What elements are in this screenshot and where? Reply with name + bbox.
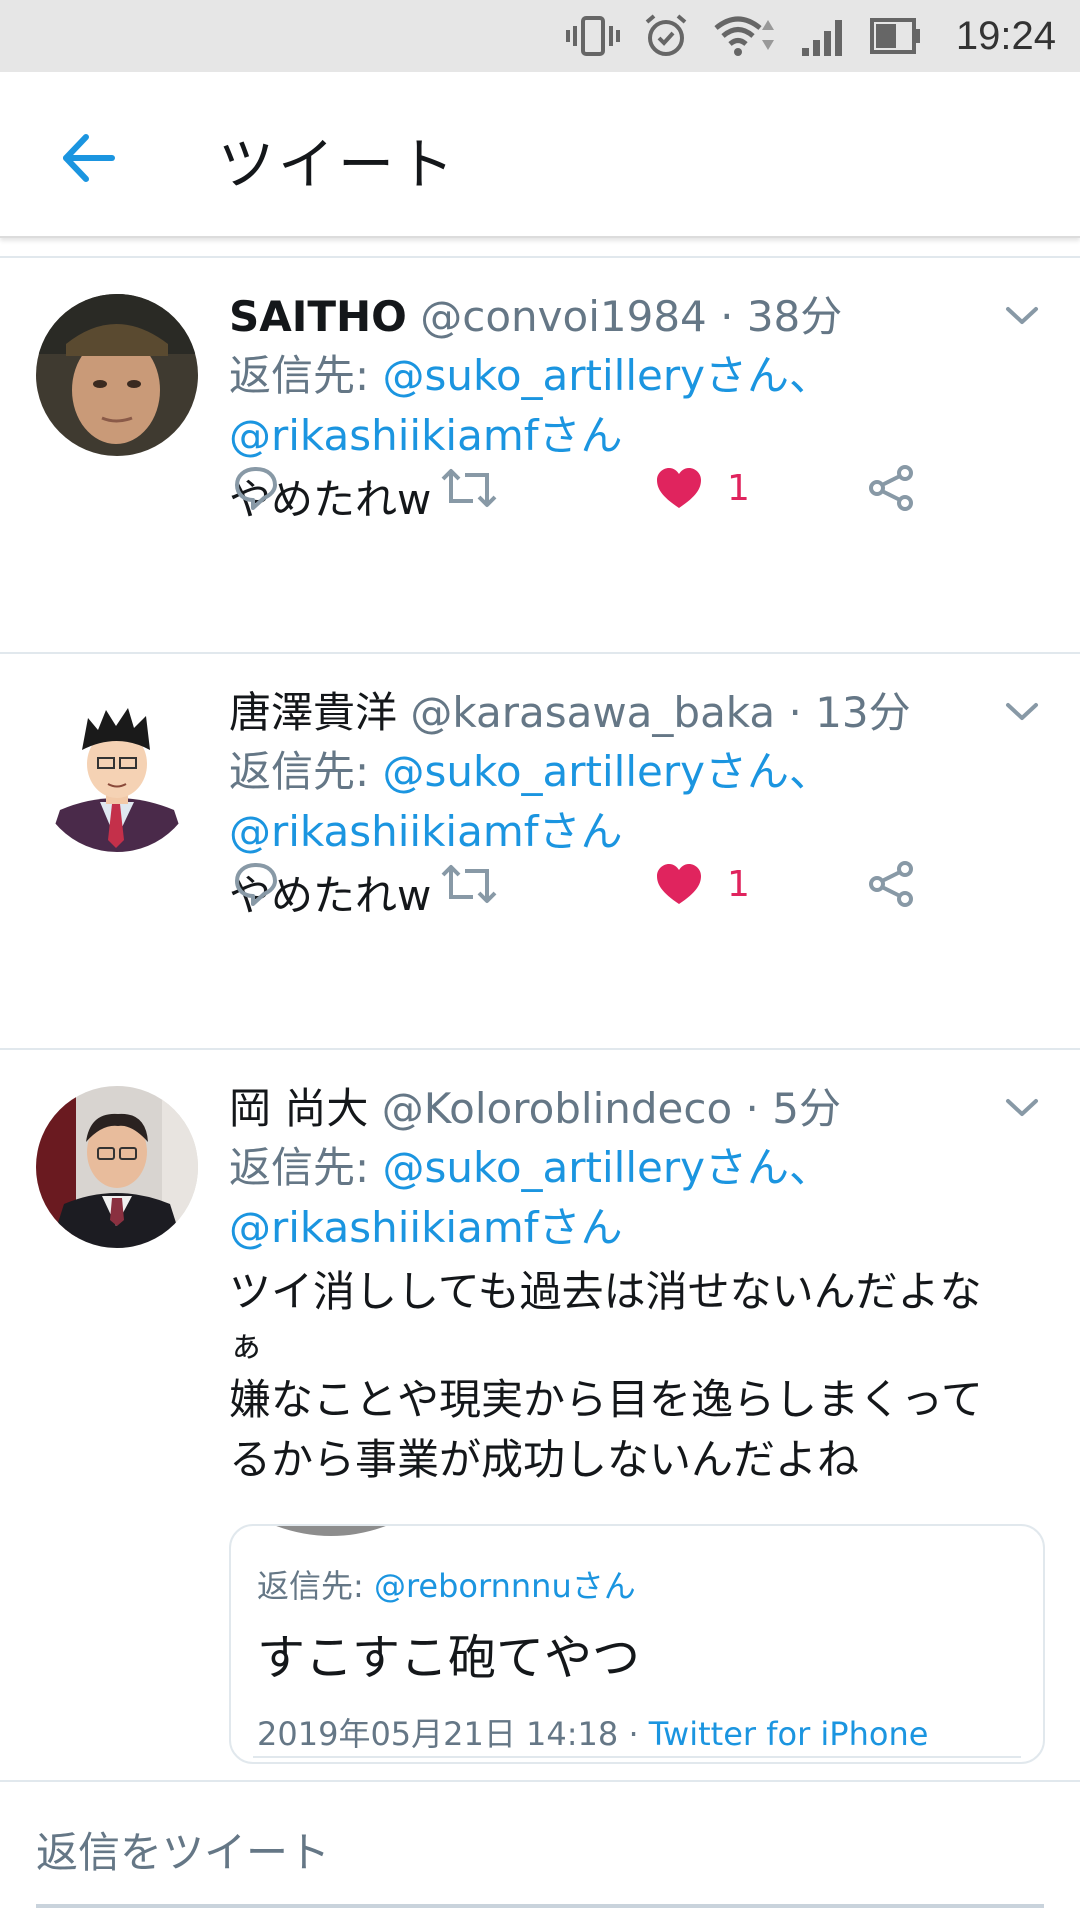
mention-link[interactable]: @rikashiikiamfさん: [229, 807, 623, 856]
reply-button[interactable]: [233, 854, 279, 914]
tweet-author-handle[interactable]: @karasawa_baka: [410, 688, 775, 737]
quoted-avatar-fragment: [276, 1526, 386, 1536]
tweet-text-line: ツイ消ししても過去は消せないんだよな: [229, 1267, 982, 1316]
reply-input[interactable]: [36, 1822, 1040, 1882]
like-count: 1: [727, 467, 750, 509]
quoted-tweet-card[interactable]: 返信先: @rebornnnuさん すこすこ砲てやつ 2019年05月21日 1…: [229, 1524, 1045, 1764]
tweet-author-handle[interactable]: @Koloroblindeco: [382, 1084, 732, 1133]
vibrate-icon: [565, 16, 620, 56]
quoted-tweet-text: すこすこ砲てやつ: [257, 1630, 641, 1686]
tweet-header: 唐澤貴洋 @karasawa_baka · 13分: [229, 684, 1040, 742]
retweet-icon: [441, 865, 497, 903]
avatar-image: [36, 294, 198, 456]
reply-to: 返信先: @suko_artilleryさん、 @rikashiikiamfさん: [229, 346, 1040, 466]
mention-link[interactable]: @rikashiikiamfさん: [229, 1203, 623, 1252]
page-title: ツイート: [218, 133, 458, 198]
share-icon: [869, 861, 913, 907]
mention-link[interactable]: @rikashiikiamfさん: [229, 411, 623, 460]
battery-icon: [869, 18, 920, 54]
share-icon: [869, 465, 913, 511]
reply-to-label: 返信先:: [229, 351, 383, 400]
reply-to: 返信先: @suko_artilleryさん、 @rikashiikiamfさん: [229, 1138, 1040, 1258]
like-button[interactable]: 1: [655, 458, 750, 518]
reply-input-underline: [36, 1904, 1044, 1908]
back-button[interactable]: [48, 118, 128, 198]
retweet-button[interactable]: [441, 854, 497, 914]
tweet-actions: 1: [229, 458, 949, 518]
tweet-timestamp: · 5分: [745, 1084, 841, 1133]
tweet-timestamp: · 13分: [788, 688, 911, 737]
tweet-header: SAITHO @convoi1984 · 38分: [229, 288, 1040, 346]
reply-button[interactable]: [233, 458, 279, 518]
quoted-reply-to: 返信先: @rebornnnuさん: [257, 1564, 1017, 1608]
quoted-tweet-source[interactable]: Twitter for iPhone: [649, 1715, 929, 1753]
tweet-author-name[interactable]: 唐澤貴洋: [229, 688, 397, 737]
tweet-author-name[interactable]: SAITHO: [229, 292, 407, 341]
avatar[interactable]: [36, 690, 198, 852]
tweet-body: 岡 尚大 @Koloroblindeco · 5分 返信先: @suko_art…: [229, 1080, 1040, 1490]
tweet-author-name[interactable]: 岡 尚大: [229, 1084, 368, 1133]
reply-to-label: 返信先:: [229, 747, 383, 796]
alarm-icon: [645, 14, 687, 56]
tweet-text: ツイ消ししても過去は消せないんだよな ぁ 嫌なことや現実から目を逸らしまくって …: [229, 1262, 1040, 1490]
retweet-icon: [441, 469, 497, 507]
mention-link[interactable]: @suko_artilleryさん、: [383, 351, 831, 400]
mention-link[interactable]: @suko_artilleryさん、: [383, 1143, 831, 1192]
mention-link[interactable]: @rebornnnuさん: [374, 1567, 636, 1605]
heart-icon: [657, 468, 701, 508]
heart-icon: [657, 864, 701, 904]
status-bar: 19:24: [0, 0, 1080, 72]
tweet-header: 岡 尚大 @Koloroblindeco · 5分: [229, 1080, 1040, 1138]
quoted-tweet-body: 返信先: @rebornnnuさん すこすこ砲てやつ 2019年05月21日 1…: [257, 1564, 1017, 1756]
tweet-text-line: るから事業が成功しないんだよね: [229, 1435, 860, 1484]
quoted-reply-label: 返信先:: [257, 1567, 374, 1605]
quoted-tweet-date: 2019年05月21日 14:18 ·: [257, 1715, 649, 1753]
avatar-image: [36, 1086, 198, 1248]
app-header: ツイート: [0, 72, 1080, 238]
tweet-actions: 1: [229, 854, 949, 914]
reply-bar: [0, 1780, 1080, 1920]
status-time: 19:24: [955, 13, 1056, 58]
reply-icon: [235, 467, 277, 510]
tweet[interactable]: 岡 尚大 @Koloroblindeco · 5分 返信先: @suko_art…: [0, 1050, 1080, 1780]
tweet-text-line: 嫌なことや現実から目を逸らしまくって: [229, 1375, 983, 1424]
retweet-button[interactable]: [441, 458, 497, 518]
mention-link[interactable]: @suko_artilleryさん、: [383, 747, 831, 796]
reply-icon: [235, 863, 277, 906]
share-button[interactable]: [867, 458, 915, 518]
tweet[interactable]: 唐澤貴洋 @karasawa_baka · 13分 返信先: @suko_art…: [0, 654, 1080, 1050]
avatar[interactable]: [36, 1086, 198, 1248]
like-count: 1: [727, 863, 750, 905]
share-button[interactable]: [867, 854, 915, 914]
signal-icon: [801, 20, 842, 56]
wifi-icon: [714, 16, 774, 56]
tweet[interactable]: SAITHO @convoi1984 · 38分 返信先: @suko_arti…: [0, 258, 1080, 654]
avatar-image: [36, 690, 198, 852]
quoted-card-divider: [253, 1756, 1021, 1758]
quoted-tweet-meta: 2019年05月21日 14:18 · Twitter for iPhone: [257, 1712, 1017, 1756]
reply-to: 返信先: @suko_artilleryさん、 @rikashiikiamfさん: [229, 742, 1040, 862]
avatar[interactable]: [36, 294, 198, 456]
reply-to-label: 返信先:: [229, 1143, 383, 1192]
tweet-author-handle[interactable]: @convoi1984: [420, 292, 707, 341]
back-arrow-icon: [63, 134, 115, 182]
like-button[interactable]: 1: [655, 854, 750, 914]
tweet-text-line: ぁ: [229, 1326, 263, 1366]
tweet-timestamp: · 38分: [720, 292, 843, 341]
